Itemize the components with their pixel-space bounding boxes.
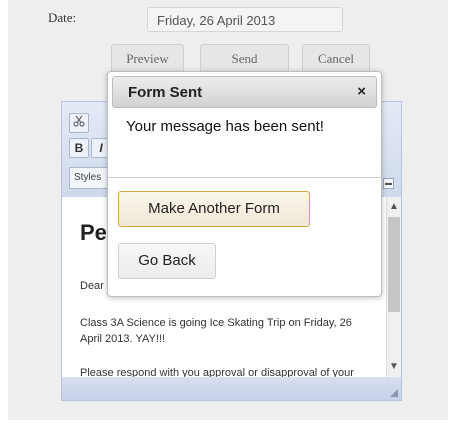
- send-button[interactable]: Send: [200, 44, 289, 73]
- dialog-message: Your message has been sent!: [126, 118, 324, 135]
- editor-scrollbar[interactable]: ▲ ▼: [386, 197, 401, 377]
- go-back-button[interactable]: Go Back: [118, 243, 216, 279]
- scroll-up-icon[interactable]: ▲: [387, 199, 401, 215]
- date-field[interactable]: Friday, 26 April 2013: [147, 7, 343, 32]
- bold-button[interactable]: B: [69, 138, 89, 158]
- editor-status-bar: [62, 377, 401, 400]
- resize-grip-icon[interactable]: [390, 389, 398, 397]
- scroll-thumb[interactable]: [388, 217, 400, 312]
- date-label: Date:: [48, 10, 77, 25]
- scissors-icon[interactable]: [69, 113, 89, 133]
- make-another-form-button[interactable]: Make Another Form: [118, 191, 310, 227]
- collapse-icon[interactable]: ▬: [383, 178, 394, 189]
- cancel-button[interactable]: Cancel: [302, 44, 370, 73]
- close-icon[interactable]: ×: [357, 83, 366, 100]
- dialog-divider: [108, 177, 381, 178]
- dialog-title: Form Sent: [128, 84, 203, 101]
- preview-button[interactable]: Preview: [111, 44, 184, 73]
- scroll-down-icon[interactable]: ▼: [387, 359, 401, 375]
- form-sent-dialog: Form Sent × Your message has been sent! …: [107, 71, 382, 297]
- document-paragraph-2: Please respond with you approval or disa…: [80, 367, 354, 377]
- document-paragraph: Class 3A Science is going Ice Skating Tr…: [80, 317, 352, 345]
- dialog-header: Form Sent ×: [112, 76, 377, 108]
- document-greeting: Dear: [80, 280, 104, 292]
- document-heading: Pe: [80, 220, 107, 245]
